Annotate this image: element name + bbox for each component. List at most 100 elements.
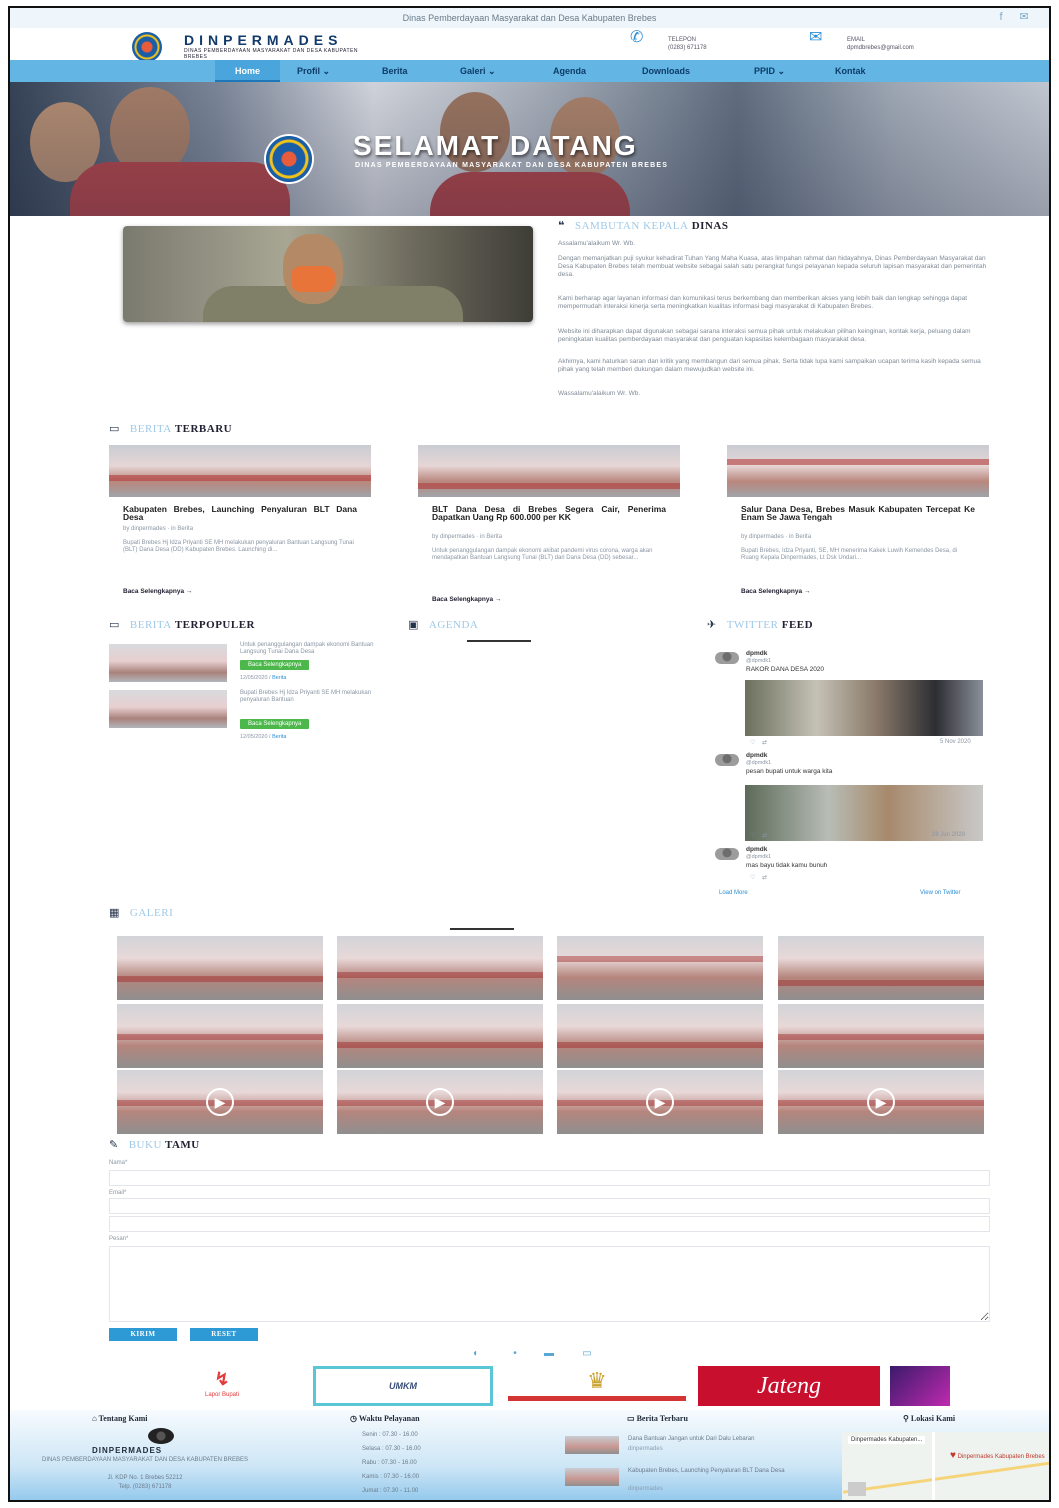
partner-banner[interactable] [890,1366,950,1406]
gallery-photo[interactable] [557,1004,763,1068]
tweet-avatar[interactable] [715,848,739,860]
play-icon[interactable]: ▶ [646,1088,674,1116]
sambutan-title: ❝ SAMBUTAN KEPALA DINAS [558,219,728,232]
gallery-photo[interactable] [337,936,543,1000]
populer-read-button[interactable]: Baca Selengkapnya [240,660,310,670]
partner-garuda[interactable]: ♛ [508,1366,686,1406]
twitter-icon[interactable]: • [506,1348,524,1359]
hero-emblem-icon [266,136,312,182]
news-card-image[interactable] [109,445,371,497]
message-label: Pesan* [109,1236,129,1242]
gallery-video[interactable]: ▶ [117,1070,323,1134]
tweet-actions[interactable]: ♡ ⇄ [750,874,767,881]
nav-home[interactable]: Home [215,60,281,82]
nav-kontak[interactable]: Kontak [835,60,866,82]
footer-news-link[interactable]: Kabupaten Brebes, Launching Penyaluran B… [628,1468,818,1474]
location-map[interactable]: Dinpermades Kabupaten... ♥ Dinpermades K… [842,1432,1049,1500]
tweet-handle[interactable]: @dpmdk1 [746,658,771,664]
tweet-name[interactable]: dpmdk [746,650,767,657]
email-contact: ✉ EMAIL dpmdbrebes@gmail.com [809,30,914,52]
footer-brand: DINPERMADES [92,1446,163,1455]
name-input[interactable] [109,1170,990,1186]
gallery-photo[interactable] [337,1004,543,1068]
instagram-icon[interactable]: ▭ [578,1348,596,1359]
brand-name[interactable]: DINPERMADES [184,32,342,48]
gallery-video[interactable]: ▶ [778,1070,984,1134]
facebook-icon[interactable]: f [995,11,1007,23]
page-frame: Dinas Pemberdayaan Masyarakat dan Desa K… [8,6,1051,1502]
gallery-photo[interactable] [778,1004,984,1068]
kirim-button[interactable]: KIRIM [109,1328,177,1341]
twitter-bird-icon: ✈ [707,618,717,631]
gallery-photo[interactable] [778,936,984,1000]
logo-emblem-icon[interactable] [132,32,162,62]
footer-news-thumb[interactable] [565,1468,619,1486]
nav-berita[interactable]: Berita [382,60,408,82]
footer-news-title: ▭ Berita Terbaru [627,1414,688,1423]
news-card-meta: by dinpermades · in Berita [123,526,194,532]
read-more-link[interactable]: Baca Selengkapnya → [123,588,192,595]
footer-hours-row: Rabu : 07.30 - 16.00 [362,1460,417,1466]
nav-profil[interactable]: Profil ⌄ [297,60,330,82]
gallery-photo[interactable] [117,1004,323,1068]
map-title[interactable]: Dinpermades Kabupaten... [848,1436,926,1444]
play-icon[interactable]: ▶ [867,1088,895,1116]
galeri-title-text: GALERI [129,907,174,919]
footer-news-link[interactable]: Dana Bantuan Jangan untuk Dari Dalu Leba… [628,1436,818,1442]
sambutan-greeting: Assalamu'alaikum Wr. Wb. [558,240,635,247]
gallery-photo[interactable] [557,936,763,1000]
news-card-image[interactable] [418,445,680,497]
reset-button[interactable]: RESET [190,1328,258,1341]
populer-text: Bupati Brebes Hj Idza Priyanti SE MH mel… [240,690,372,703]
nav-agenda[interactable]: Agenda [553,60,586,82]
email-input[interactable] [109,1198,990,1214]
populer-read-button[interactable]: Baca Selengkapnya [240,719,310,729]
gallery-photo[interactable] [117,936,323,1000]
gallery-video[interactable]: ▶ [337,1070,543,1134]
nav-ppid[interactable]: PPID ⌄ [754,60,785,82]
name-label: Nama* [109,1160,128,1166]
sambutan-title-hl: SAMBUTAN KEPALA [574,220,689,232]
twitter-view-on[interactable]: View on Twitter [920,890,960,896]
nav-downloads[interactable]: Downloads [642,60,690,82]
footer-news-thumb[interactable] [565,1436,619,1454]
tweet-name[interactable]: dpmdk [746,846,767,853]
email-small-icon[interactable]: ✉ [1018,11,1030,23]
email-label: EMAIL [847,37,866,43]
read-more-link[interactable]: Baca Selengkapnya → [432,596,501,603]
tweet-handle[interactable]: @dpmdk1 [746,854,771,860]
extra-input[interactable] [109,1216,990,1232]
gallery-video[interactable]: ▶ [557,1070,763,1134]
map-qr-icon [848,1482,866,1496]
nav-galeri[interactable]: Galeri ⌄ [460,60,496,82]
berita-title-rest: TERBARU [174,423,233,435]
quote-icon: ❝ [558,219,565,232]
twitter-load-more[interactable]: Load More [719,890,748,896]
tweet-avatar[interactable] [715,652,739,664]
partner-jateng[interactable]: Jateng [698,1366,880,1406]
news-card-title[interactable]: BLT Dana Desa di Brebes Segera Cair, Pen… [432,505,666,522]
tweet-name[interactable]: dpmdk [746,752,767,759]
play-icon[interactable]: ▶ [426,1088,454,1116]
news-card-title[interactable]: Salur Dana Desa, Brebes Masuk Kabupaten … [741,505,975,522]
tweet-actions[interactable]: ♡ ⇄ [750,832,767,839]
message-textarea[interactable] [109,1246,990,1322]
news-card-title[interactable]: Kabupaten Brebes, Launching Penyaluran B… [123,505,357,522]
tweet-handle[interactable]: @dpmdk1 [746,760,771,766]
news-card-image[interactable] [727,445,989,497]
partner-umkm[interactable]: UMKM [313,1366,493,1406]
kepala-dinas-photo [123,226,533,322]
facebook-icon[interactable]: ◖ [466,1348,484,1359]
populer-thumb[interactable] [109,690,227,728]
youtube-icon[interactable]: ▬ [540,1348,558,1359]
partner-lapor-bupati[interactable]: ↯ Lapor Bupati [162,1366,282,1406]
tweet-image[interactable] [745,680,983,736]
play-icon[interactable]: ▶ [206,1088,234,1116]
read-more-link[interactable]: Baca Selengkapnya → [741,588,810,595]
email-value[interactable]: dpmdbrebes@gmail.com [847,44,914,52]
tweet-avatar[interactable] [715,754,739,766]
brand-subtitle: DINAS PEMBERDAYAAN MASYARAKAT DAN DESA K… [184,48,358,60]
tweet-actions[interactable]: ♡ ⇄ [750,739,767,746]
map-pin-label[interactable]: ♥ Dinpermades Kabupaten Brebes [950,1450,1045,1461]
populer-thumb[interactable] [109,644,227,682]
